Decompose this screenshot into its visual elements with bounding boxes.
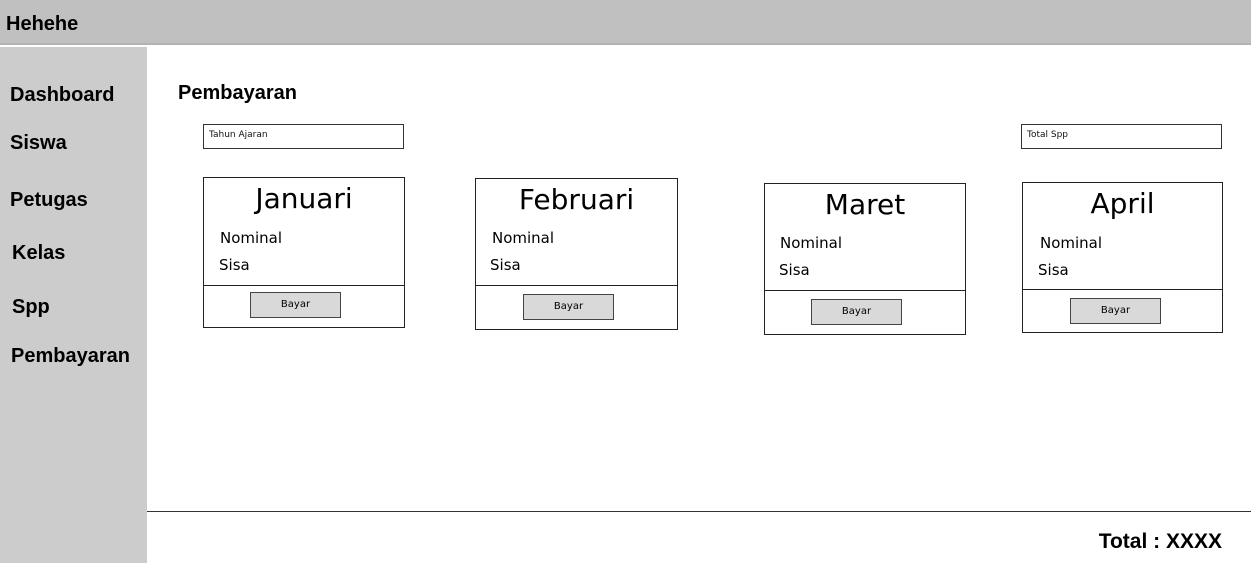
card-sisa: Sisa xyxy=(1038,261,1069,279)
month-card-april: April Nominal Sisa Bayar xyxy=(1022,182,1223,333)
month-card-februari: Februari Nominal Sisa Bayar xyxy=(475,178,678,330)
month-card-maret: Maret Nominal Sisa Bayar xyxy=(764,183,966,335)
card-sisa: Sisa xyxy=(490,256,521,274)
bayar-button[interactable]: Bayar xyxy=(523,294,614,320)
sidebar-item-pembayaran[interactable]: Pembayaran xyxy=(11,345,130,368)
total-spp-input[interactable]: Total Spp xyxy=(1021,124,1222,149)
month-card-januari: Januari Nominal Sisa Bayar xyxy=(203,177,405,328)
card-divider xyxy=(765,290,965,291)
card-month: Januari xyxy=(255,182,353,215)
page-title: Pembayaran xyxy=(178,82,297,104)
sidebar-item-kelas[interactable]: Kelas xyxy=(12,242,65,265)
total-label: Total : XXXX xyxy=(1098,530,1222,553)
card-month: Maret xyxy=(824,188,906,221)
sidebar: Dashboard Siswa Petugas Kelas Spp Pembay… xyxy=(0,47,147,563)
card-divider xyxy=(476,285,677,286)
card-nominal: Nominal xyxy=(780,234,843,252)
sidebar-item-spp[interactable]: Spp xyxy=(12,296,50,319)
sidebar-item-dashboard[interactable]: Dashboard xyxy=(10,84,114,107)
bayar-button[interactable]: Bayar xyxy=(250,292,341,318)
tahun-ajaran-input[interactable]: Tahun Ajaran xyxy=(203,124,404,149)
sidebar-item-petugas[interactable]: Petugas xyxy=(10,189,88,212)
card-sisa: Sisa xyxy=(779,261,810,279)
sidebar-item-siswa[interactable]: Siswa xyxy=(10,132,67,155)
card-nominal: Nominal xyxy=(492,229,555,247)
bayar-button[interactable]: Bayar xyxy=(811,299,902,325)
card-divider xyxy=(1023,289,1222,290)
card-sisa: Sisa xyxy=(219,256,250,274)
footer-divider xyxy=(147,511,1251,512)
app-title: Hehehe xyxy=(6,13,79,35)
bayar-button[interactable]: Bayar xyxy=(1070,298,1161,324)
top-bar: Hehehe xyxy=(0,0,1251,45)
card-month: Februari xyxy=(518,183,635,216)
card-month: April xyxy=(1090,187,1155,220)
card-divider xyxy=(204,285,404,286)
card-nominal: Nominal xyxy=(220,229,283,247)
card-nominal: Nominal xyxy=(1040,234,1103,252)
